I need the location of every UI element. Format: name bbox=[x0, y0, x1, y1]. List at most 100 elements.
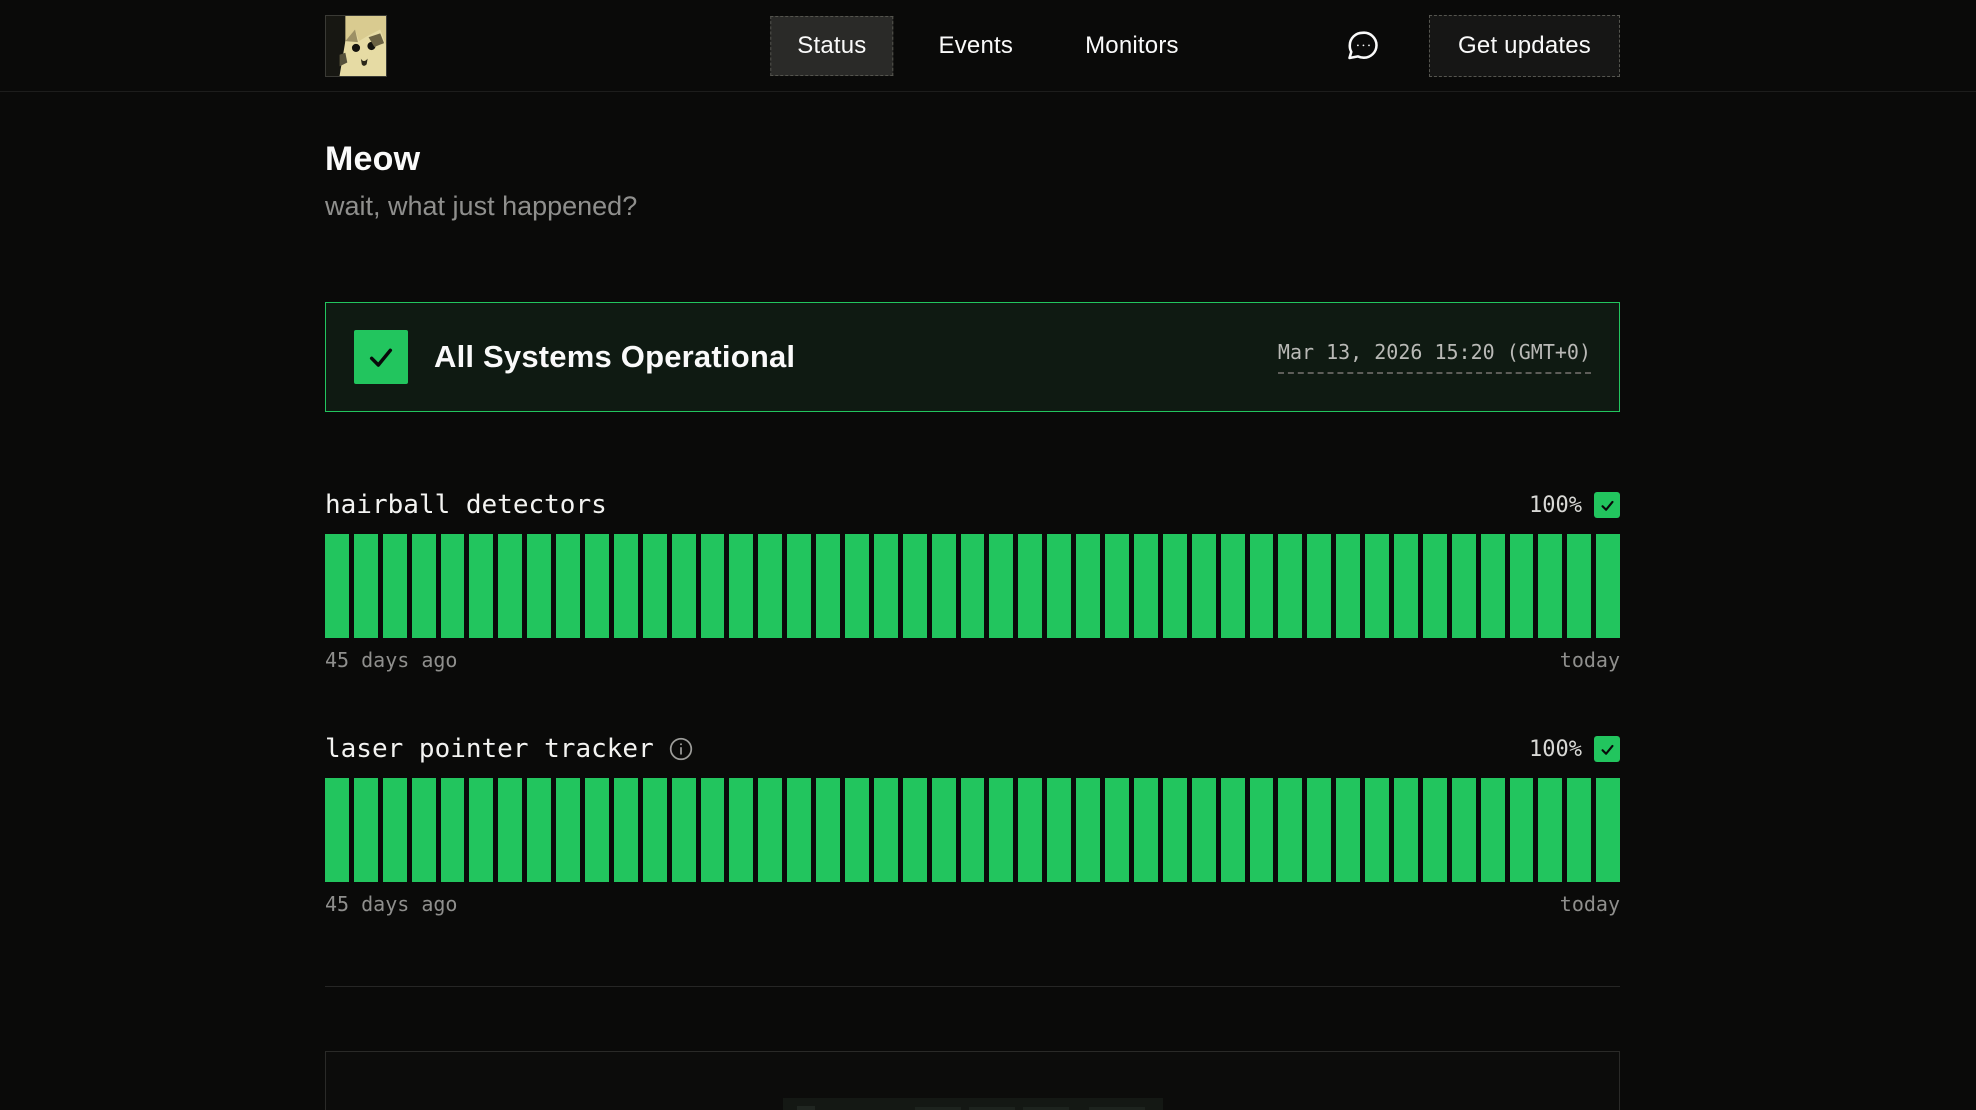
uptime-day-bar[interactable] bbox=[1047, 778, 1071, 882]
uptime-day-bar[interactable] bbox=[498, 778, 522, 882]
uptime-day-bar[interactable] bbox=[1423, 534, 1447, 638]
uptime-day-bar[interactable] bbox=[874, 778, 898, 882]
logo-link[interactable] bbox=[325, 15, 387, 77]
uptime-day-bar[interactable] bbox=[989, 534, 1013, 638]
uptime-day-bar[interactable] bbox=[527, 778, 551, 882]
uptime-day-bar[interactable] bbox=[758, 534, 782, 638]
uptime-day-bar[interactable] bbox=[325, 534, 349, 638]
uptime-day-bar[interactable] bbox=[816, 534, 840, 638]
uptime-day-bar[interactable] bbox=[1278, 778, 1302, 882]
uptime-day-bar[interactable] bbox=[1250, 534, 1274, 638]
uptime-day-bar[interactable] bbox=[729, 534, 753, 638]
feedback-chat-button[interactable] bbox=[1345, 28, 1381, 64]
uptime-day-bar[interactable] bbox=[1163, 534, 1187, 638]
uptime-day-bar[interactable] bbox=[932, 534, 956, 638]
uptime-day-bar[interactable] bbox=[1134, 534, 1158, 638]
uptime-day-bar[interactable] bbox=[614, 778, 638, 882]
uptime-day-bar[interactable] bbox=[469, 778, 493, 882]
uptime-day-bar[interactable] bbox=[1538, 534, 1562, 638]
uptime-day-bar[interactable] bbox=[903, 534, 927, 638]
uptime-status-checkbox[interactable] bbox=[1594, 492, 1620, 518]
uptime-day-bar[interactable] bbox=[1221, 778, 1245, 882]
uptime-day-bar[interactable] bbox=[701, 534, 725, 638]
uptime-day-bar[interactable] bbox=[1394, 778, 1418, 882]
uptime-day-bar[interactable] bbox=[585, 534, 609, 638]
uptime-day-bar[interactable] bbox=[903, 778, 927, 882]
uptime-day-bar[interactable] bbox=[1567, 778, 1591, 882]
uptime-day-bar[interactable] bbox=[354, 534, 378, 638]
uptime-day-bar[interactable] bbox=[1394, 534, 1418, 638]
uptime-day-bar[interactable] bbox=[701, 778, 725, 882]
uptime-day-bar[interactable] bbox=[1250, 778, 1274, 882]
uptime-day-bar[interactable] bbox=[1481, 534, 1505, 638]
uptime-day-bar[interactable] bbox=[1192, 778, 1216, 882]
uptime-day-bar[interactable] bbox=[441, 534, 465, 638]
uptime-status-checkbox[interactable] bbox=[1594, 736, 1620, 762]
uptime-day-bar[interactable] bbox=[1567, 534, 1591, 638]
uptime-day-bar[interactable] bbox=[787, 534, 811, 638]
uptime-day-bar[interactable] bbox=[1134, 778, 1158, 882]
uptime-day-bar[interactable] bbox=[1510, 534, 1534, 638]
uptime-day-bar[interactable] bbox=[845, 534, 869, 638]
status-timestamp[interactable]: Mar 13, 2026 15:20 (GMT+0) bbox=[1278, 340, 1591, 374]
uptime-day-bar[interactable] bbox=[1018, 534, 1042, 638]
uptime-day-bar[interactable] bbox=[1336, 534, 1360, 638]
uptime-day-bar[interactable] bbox=[643, 778, 667, 882]
uptime-day-bar[interactable] bbox=[816, 778, 840, 882]
uptime-day-bar[interactable] bbox=[1278, 534, 1302, 638]
uptime-day-bar[interactable] bbox=[672, 778, 696, 882]
uptime-day-bar[interactable] bbox=[1365, 778, 1389, 882]
uptime-day-bar[interactable] bbox=[1452, 778, 1476, 882]
uptime-day-bar[interactable] bbox=[1105, 534, 1129, 638]
uptime-day-bar[interactable] bbox=[1365, 534, 1389, 638]
uptime-day-bar[interactable] bbox=[383, 534, 407, 638]
uptime-day-bar[interactable] bbox=[1452, 534, 1476, 638]
uptime-day-bar[interactable] bbox=[643, 534, 667, 638]
uptime-day-bar[interactable] bbox=[845, 778, 869, 882]
uptime-day-bar[interactable] bbox=[556, 534, 580, 638]
uptime-day-bar[interactable] bbox=[1076, 534, 1100, 638]
uptime-day-bar[interactable] bbox=[961, 534, 985, 638]
uptime-day-bar[interactable] bbox=[874, 534, 898, 638]
uptime-day-bar[interactable] bbox=[1192, 534, 1216, 638]
uptime-day-bar[interactable] bbox=[1423, 778, 1447, 882]
uptime-day-bar[interactable] bbox=[758, 778, 782, 882]
uptime-day-bar[interactable] bbox=[1596, 778, 1620, 882]
nav-tab-status[interactable]: Status bbox=[770, 16, 893, 76]
uptime-day-bar[interactable] bbox=[1510, 778, 1534, 882]
uptime-day-bar[interactable] bbox=[1221, 534, 1245, 638]
uptime-day-bar[interactable] bbox=[1596, 534, 1620, 638]
uptime-day-bar[interactable] bbox=[1105, 778, 1129, 882]
uptime-day-bar[interactable] bbox=[498, 534, 522, 638]
uptime-day-bar[interactable] bbox=[729, 778, 753, 882]
uptime-day-bar[interactable] bbox=[556, 778, 580, 882]
uptime-day-bar[interactable] bbox=[1018, 778, 1042, 882]
uptime-day-bar[interactable] bbox=[1307, 534, 1331, 638]
nav-tab-monitors[interactable]: Monitors bbox=[1058, 16, 1206, 76]
nav-tab-events[interactable]: Events bbox=[912, 16, 1041, 76]
uptime-day-bar[interactable] bbox=[672, 534, 696, 638]
uptime-day-bar[interactable] bbox=[1307, 778, 1331, 882]
uptime-day-bar[interactable] bbox=[325, 778, 349, 882]
uptime-day-bar[interactable] bbox=[354, 778, 378, 882]
uptime-day-bar[interactable] bbox=[527, 534, 551, 638]
uptime-day-bar[interactable] bbox=[787, 778, 811, 882]
uptime-day-bar[interactable] bbox=[1163, 778, 1187, 882]
uptime-day-bar[interactable] bbox=[1481, 778, 1505, 882]
uptime-day-bar[interactable] bbox=[1538, 778, 1562, 882]
uptime-day-bar[interactable] bbox=[614, 534, 638, 638]
uptime-day-bar[interactable] bbox=[383, 778, 407, 882]
get-updates-button[interactable]: Get updates bbox=[1429, 15, 1620, 77]
uptime-day-bar[interactable] bbox=[961, 778, 985, 882]
uptime-day-bar[interactable] bbox=[412, 778, 436, 882]
uptime-day-bar[interactable] bbox=[412, 534, 436, 638]
uptime-day-bar[interactable] bbox=[469, 534, 493, 638]
info-icon[interactable] bbox=[668, 736, 694, 762]
uptime-day-bar[interactable] bbox=[441, 778, 465, 882]
uptime-day-bar[interactable] bbox=[989, 778, 1013, 882]
uptime-day-bar[interactable] bbox=[932, 778, 956, 882]
uptime-day-bar[interactable] bbox=[1076, 778, 1100, 882]
uptime-day-bar[interactable] bbox=[1047, 534, 1071, 638]
uptime-day-bar[interactable] bbox=[585, 778, 609, 882]
uptime-day-bar[interactable] bbox=[1336, 778, 1360, 882]
